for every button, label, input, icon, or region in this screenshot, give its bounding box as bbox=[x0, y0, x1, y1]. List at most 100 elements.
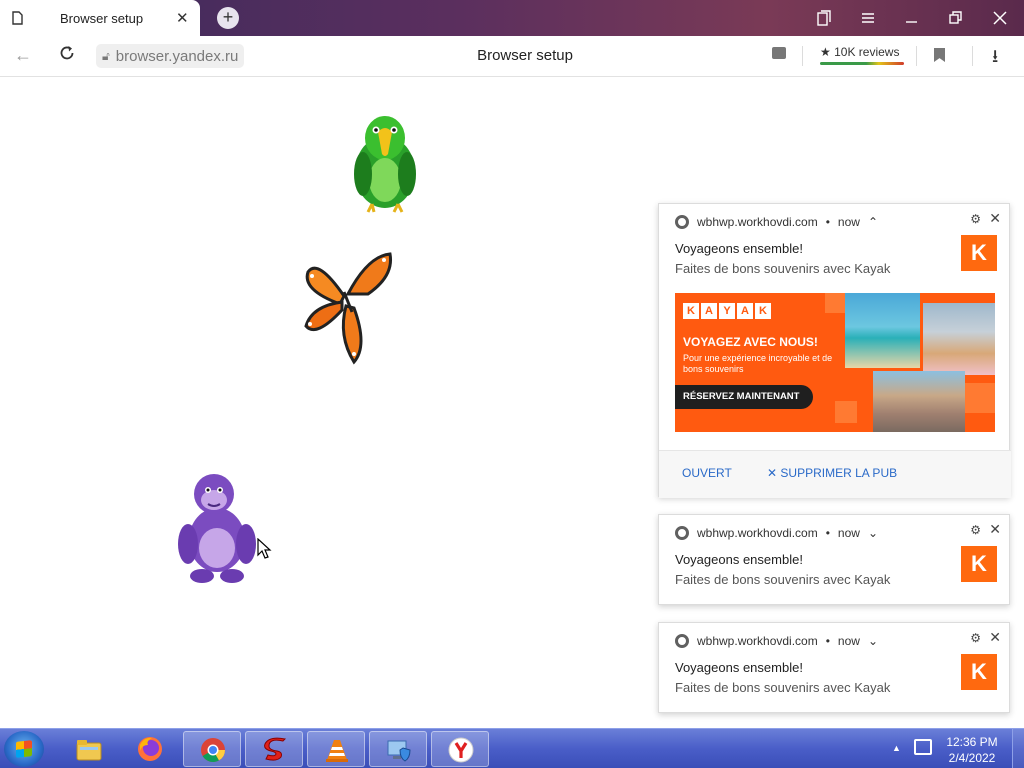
butterfly-image bbox=[304, 252, 393, 365]
windows-logo-icon bbox=[16, 740, 32, 758]
ad-cta-button[interactable]: RÉSERVEZ MAINTENANT bbox=[675, 385, 814, 409]
firefox-icon bbox=[138, 737, 162, 761]
menu-icon[interactable] bbox=[861, 12, 875, 24]
title-bar: Browser setup ✕ + bbox=[0, 0, 1024, 36]
security-center-icon bbox=[387, 740, 411, 762]
brand-letter: A bbox=[737, 303, 753, 319]
notification-header: wbhwp.workhovdi.com • now ⌄ bbox=[675, 526, 878, 540]
notification-time: now bbox=[837, 215, 860, 229]
taskbar-firefox[interactable] bbox=[121, 731, 179, 767]
collections-icon[interactable] bbox=[817, 10, 831, 26]
address-bar: ← 🔓︎ browser.yandex.ru Browser setup ★ 1… bbox=[0, 36, 1024, 77]
ad-headline: VOYAGEZ AVEC NOUS! bbox=[683, 335, 818, 349]
new-tab-button[interactable]: + bbox=[217, 7, 239, 29]
decor-square bbox=[825, 293, 845, 313]
page-icon bbox=[12, 11, 23, 25]
taskbar-chrome[interactable] bbox=[183, 731, 241, 767]
chrome-icon bbox=[675, 526, 689, 540]
kayak-logo: K bbox=[961, 546, 997, 582]
notification-close-icon[interactable]: ✕ bbox=[989, 210, 1001, 227]
ad-subline: Pour une expérience incroyable et de bon… bbox=[683, 353, 833, 374]
notification-body: Faites de bons souvenirs avec Kayak bbox=[675, 572, 891, 587]
mouse-cursor-icon bbox=[257, 538, 272, 559]
notification-close-icon[interactable]: ✕ bbox=[989, 629, 1001, 646]
reviews-badge[interactable]: ★ 10K reviews bbox=[820, 45, 904, 65]
tab-close-icon[interactable]: ✕ bbox=[176, 9, 189, 27]
notification-actions: OUVERT ✕ SUPPRIMER LA PUB bbox=[659, 450, 1011, 498]
parrot-image bbox=[354, 116, 416, 213]
chat-icon[interactable] bbox=[772, 47, 786, 59]
divider bbox=[972, 46, 973, 66]
town-photo bbox=[873, 371, 965, 432]
purple-gorilla-image bbox=[178, 474, 256, 583]
taskbar-explorer[interactable] bbox=[60, 731, 118, 767]
chevron-down-icon[interactable]: ⌄ bbox=[868, 526, 878, 540]
notification-close-icon[interactable]: ✕ bbox=[989, 521, 1001, 538]
notification-header: wbhwp.workhovdi.com • now ⌃ bbox=[675, 215, 878, 229]
notification-card[interactable]: wbhwp.workhovdi.com • now ⌄ ⚙ ✕ Voyageon… bbox=[658, 622, 1010, 713]
taskbar-yandex-browser[interactable] bbox=[431, 731, 489, 767]
settings-gear-icon[interactable]: ⚙ bbox=[970, 212, 981, 226]
tab-title: Browser setup bbox=[60, 11, 144, 26]
notification-body: Faites de bons souvenirs avec Kayak bbox=[675, 680, 891, 695]
vlc-icon bbox=[326, 740, 348, 762]
notification-title: Voyageons ensemble! bbox=[675, 552, 803, 567]
decor-square bbox=[965, 383, 995, 413]
notification-title: Voyageons ensemble! bbox=[675, 241, 803, 256]
s-app-icon bbox=[264, 737, 287, 761]
brand-letter: K bbox=[755, 303, 771, 319]
close-window-icon[interactable] bbox=[993, 11, 1007, 25]
notification-site: wbhwp.workhovdi.com bbox=[697, 215, 818, 229]
chrome-icon bbox=[675, 215, 689, 229]
kayak-wordmark: K A Y A K bbox=[683, 303, 771, 319]
start-button[interactable] bbox=[4, 731, 44, 767]
city-photo bbox=[923, 303, 995, 375]
yandex-browser-icon bbox=[448, 737, 474, 763]
star-icon: ★ bbox=[820, 45, 831, 59]
taskbar-s-app[interactable] bbox=[245, 731, 303, 767]
chrome-icon bbox=[675, 634, 689, 648]
beach-photo bbox=[845, 293, 920, 368]
notification-site: wbhwp.workhovdi.com bbox=[697, 634, 818, 648]
brand-letter: A bbox=[701, 303, 717, 319]
notification-card-expanded[interactable]: wbhwp.workhovdi.com • now ⌃ ⚙ ✕ Voyageon… bbox=[658, 203, 1011, 498]
minimize-icon[interactable] bbox=[905, 12, 919, 24]
download-icon[interactable]: ⭳ bbox=[992, 44, 998, 74]
kayak-ad-banner[interactable]: K A Y A K VOYAGEZ AVEC NOUS! Pour une ex… bbox=[675, 293, 995, 432]
chevron-up-icon[interactable]: ⌃ bbox=[868, 215, 878, 229]
notification-body: Faites de bons souvenirs avec Kayak bbox=[675, 261, 891, 276]
divider bbox=[802, 46, 803, 66]
tab-browser-setup[interactable]: Browser setup ✕ bbox=[0, 0, 200, 36]
settings-gear-icon[interactable]: ⚙ bbox=[970, 523, 981, 537]
open-button[interactable]: OUVERT bbox=[682, 466, 732, 480]
kayak-logo: K bbox=[961, 235, 997, 271]
brand-letter: Y bbox=[719, 303, 735, 319]
system-clock[interactable]: 12:36 PM 2/4/2022 bbox=[940, 734, 1004, 766]
taskbar-security-center[interactable] bbox=[369, 731, 427, 767]
reviews-count: 10K reviews bbox=[834, 45, 900, 59]
notification-time: now bbox=[837, 526, 860, 540]
settings-gear-icon[interactable]: ⚙ bbox=[970, 631, 981, 645]
chrome-icon bbox=[201, 738, 225, 763]
remove-ad-label: SUPPRIMER LA PUB bbox=[780, 466, 898, 480]
notification-header: wbhwp.workhovdi.com • now ⌄ bbox=[675, 634, 878, 648]
show-hidden-icons-icon[interactable]: ▲ bbox=[892, 743, 901, 753]
chevron-down-icon[interactable]: ⌄ bbox=[868, 634, 878, 648]
divider bbox=[916, 46, 917, 66]
brand-letter: K bbox=[683, 303, 699, 319]
remove-ad-button[interactable]: ✕ SUPPRIMER LA PUB bbox=[767, 466, 897, 480]
notification-time: now bbox=[837, 634, 860, 648]
notification-title: Voyageons ensemble! bbox=[675, 660, 803, 675]
show-desktop-button[interactable] bbox=[1012, 729, 1024, 768]
close-x-icon: ✕ bbox=[767, 466, 778, 480]
kayak-logo: K bbox=[961, 654, 997, 690]
network-icon[interactable] bbox=[914, 739, 932, 755]
notification-site: wbhwp.workhovdi.com bbox=[697, 526, 818, 540]
decor-square bbox=[835, 401, 857, 423]
dot-separator: • bbox=[825, 634, 830, 648]
notification-card[interactable]: wbhwp.workhovdi.com • now ⌄ ⚙ ✕ Voyageon… bbox=[658, 514, 1010, 605]
dot-separator: • bbox=[825, 215, 830, 229]
rating-bar bbox=[820, 62, 904, 65]
taskbar-vlc[interactable] bbox=[307, 731, 365, 767]
restore-icon[interactable] bbox=[949, 11, 963, 25]
